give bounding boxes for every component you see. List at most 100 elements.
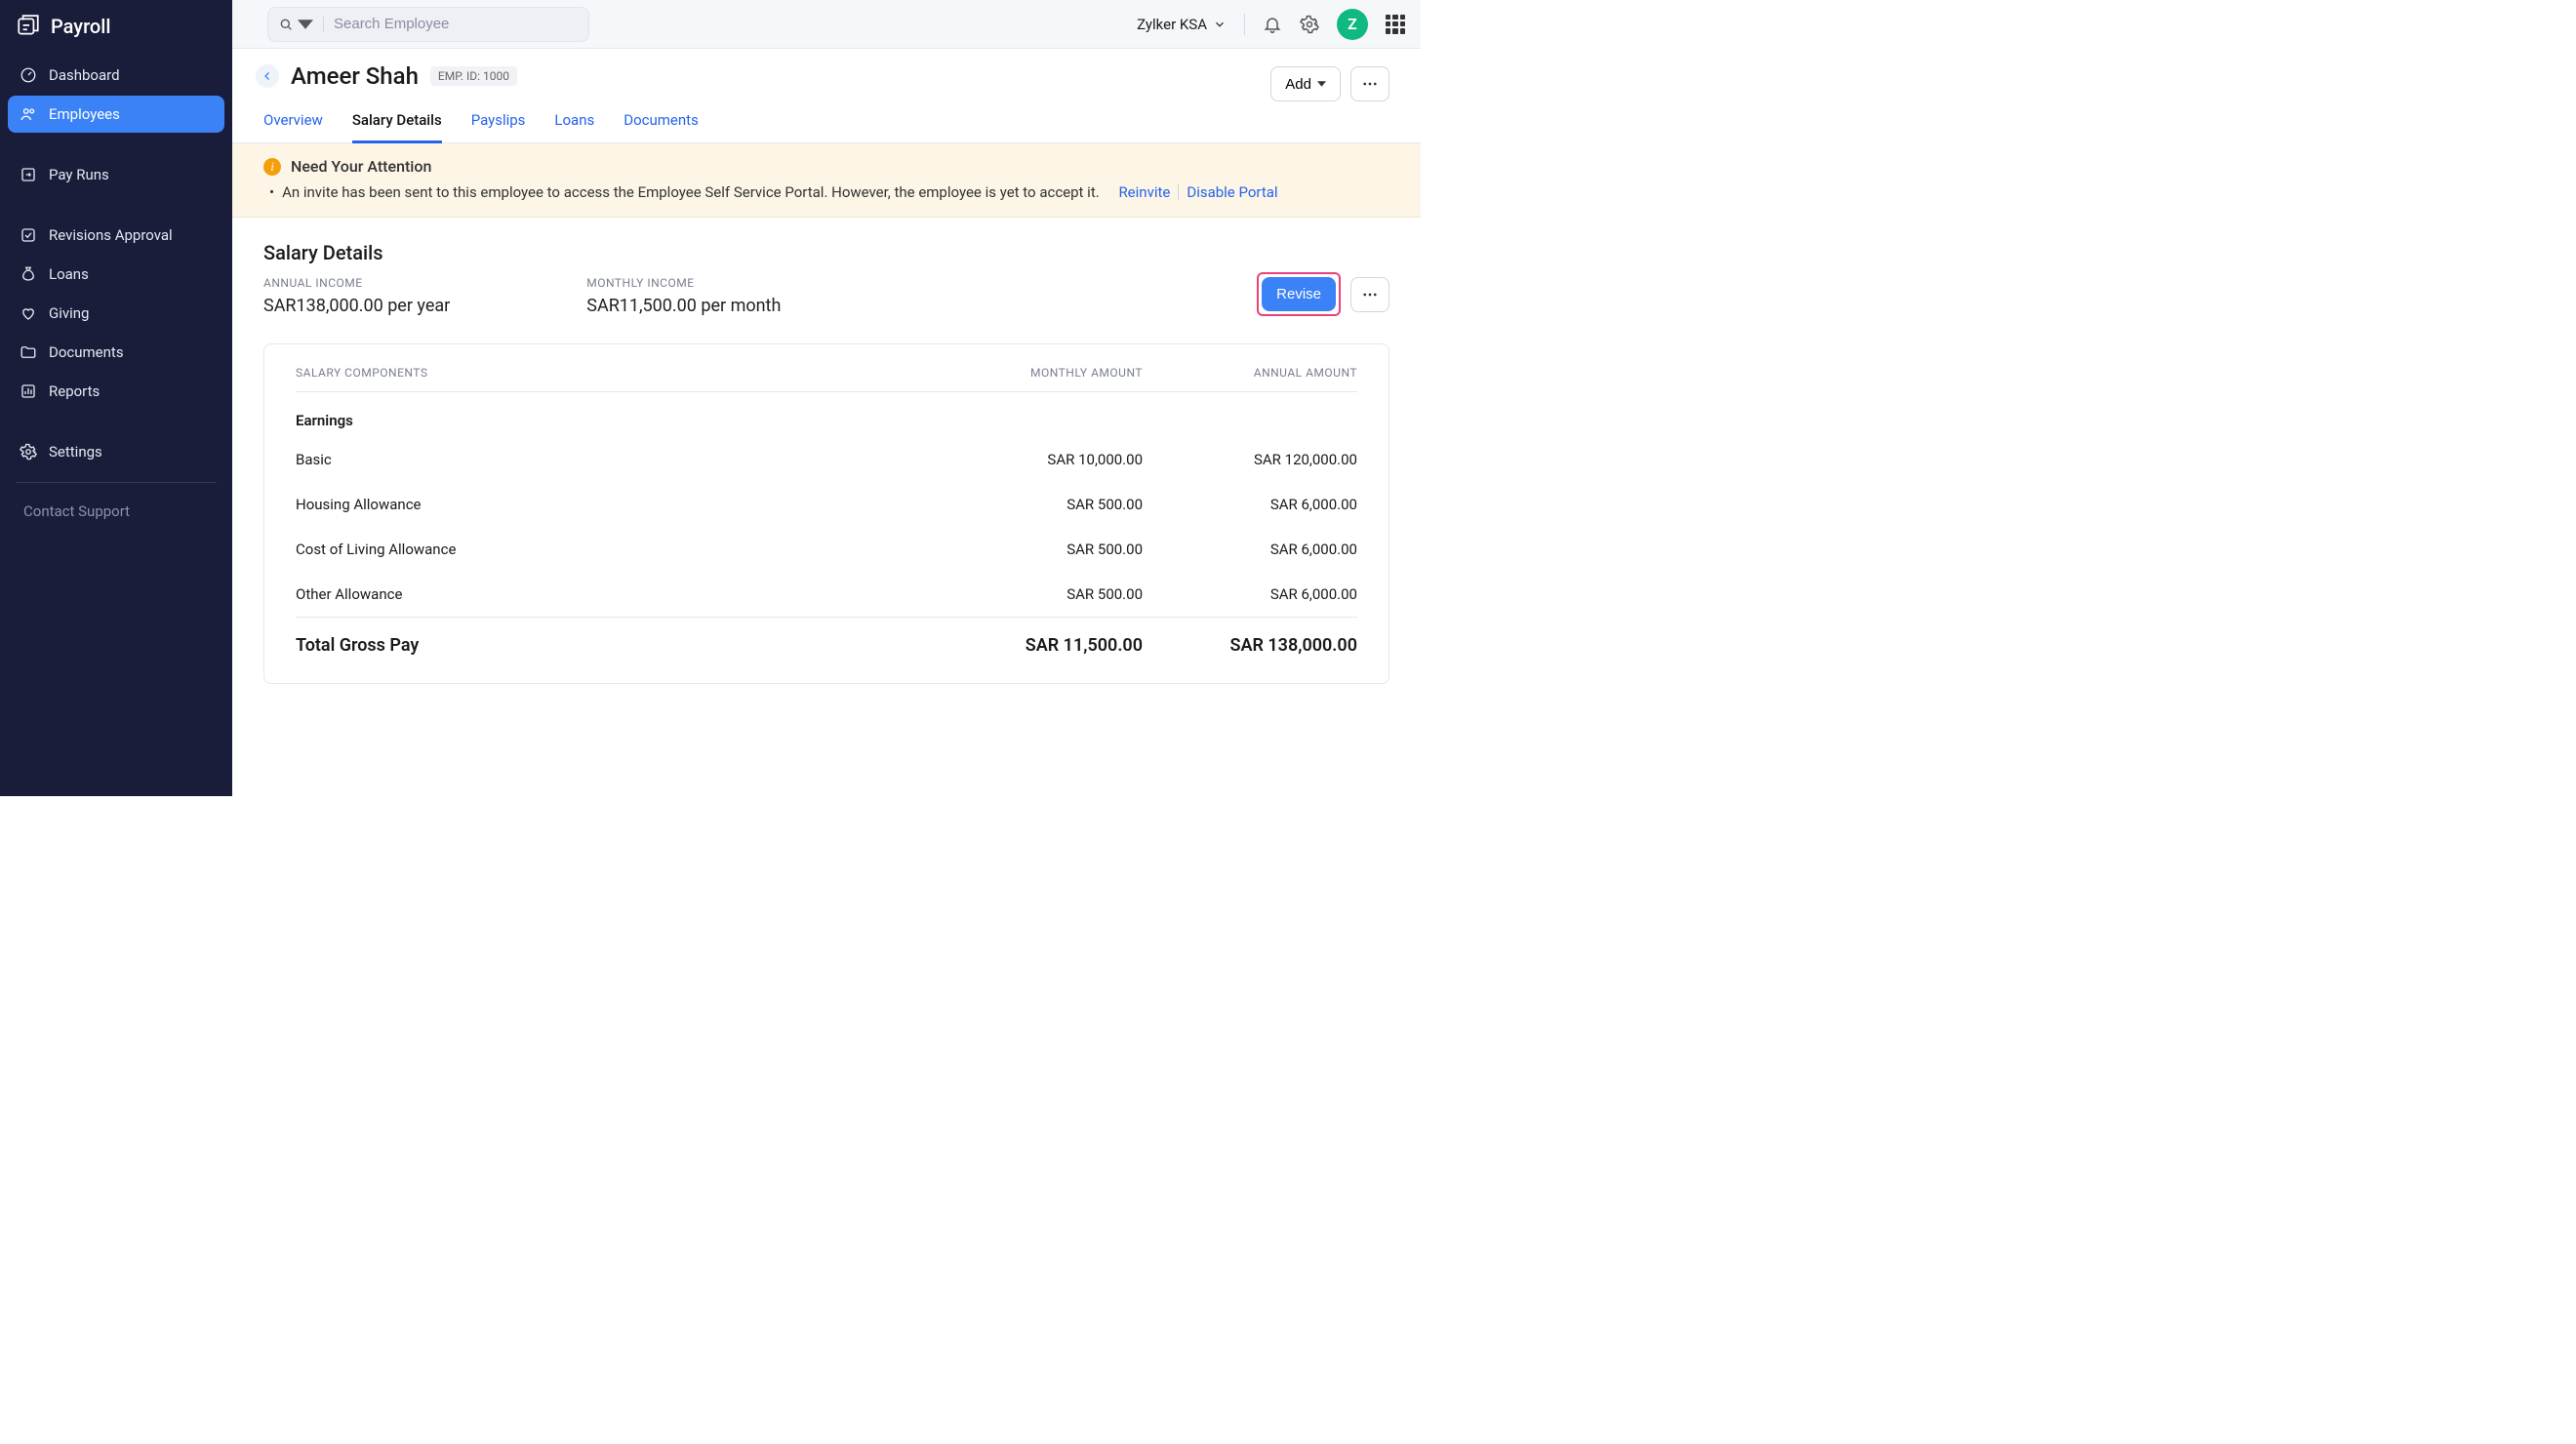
sidebar-item-label: Reports <box>49 382 100 400</box>
caret-down-icon <box>298 17 313 32</box>
sidebar-item-label: Settings <box>49 443 102 461</box>
banner-title: Need Your Attention <box>291 157 431 176</box>
folder-icon <box>20 343 37 361</box>
tab-loans[interactable]: Loans <box>554 111 594 142</box>
sidebar-item-label: Documents <box>49 343 124 361</box>
sidebar-item-label: Giving <box>49 304 89 322</box>
component-name: Housing Allowance <box>296 496 928 513</box>
banner-message: An invite has been sent to this employee… <box>282 183 1100 201</box>
nav: Dashboard Employees Pay Runs Revisions A… <box>0 57 232 472</box>
more-horizontal-icon <box>1361 286 1379 303</box>
more-button[interactable] <box>1350 66 1389 101</box>
component-annual: SAR 6,000.00 <box>1143 541 1357 558</box>
col-components: SALARY COMPONENTS <box>296 366 928 380</box>
tab-payslips[interactable]: Payslips <box>471 111 526 142</box>
tab-salary-details[interactable]: Salary Details <box>352 111 442 143</box>
sidebar-item-giving[interactable]: Giving <box>8 295 224 332</box>
salary-more-button[interactable] <box>1350 277 1389 312</box>
sidebar-item-documents[interactable]: Documents <box>8 334 224 371</box>
component-annual: SAR 120,000.00 <box>1143 451 1357 468</box>
total-label: Total Gross Pay <box>296 635 928 656</box>
money-bag-icon <box>20 265 37 283</box>
employee-name: Ameer Shah <box>291 62 419 90</box>
divider <box>1178 184 1179 200</box>
component-annual: SAR 6,000.00 <box>1143 496 1357 513</box>
disable-portal-link[interactable]: Disable Portal <box>1187 183 1277 201</box>
sidebar-item-pay-runs[interactable]: Pay Runs <box>8 156 224 193</box>
search-wrap <box>267 7 589 42</box>
more-horizontal-icon <box>1361 75 1379 93</box>
page-header: Ameer Shah EMP. ID: 1000 Add <box>232 49 1421 101</box>
info-icon: i <box>263 158 281 176</box>
component-monthly: SAR 10,000.00 <box>928 451 1143 468</box>
monthly-income-label: MONTHLY INCOME <box>586 276 781 290</box>
component-annual: SAR 6,000.00 <box>1143 585 1357 603</box>
bell-icon[interactable] <box>1263 15 1282 34</box>
brand: Payroll <box>0 0 232 57</box>
employee-id-badge: EMP. ID: 1000 <box>430 66 517 86</box>
component-name: Basic <box>296 451 928 468</box>
payroll-logo-icon <box>16 14 41 39</box>
component-monthly: SAR 500.00 <box>928 585 1143 603</box>
tab-documents[interactable]: Documents <box>624 111 699 142</box>
add-button-label: Add <box>1285 76 1311 93</box>
reinvite-link[interactable]: Reinvite <box>1118 183 1170 201</box>
avatar-initial: Z <box>1348 15 1357 33</box>
avatar[interactable]: Z <box>1337 9 1368 40</box>
attention-banner: i Need Your Attention • An invite has be… <box>232 143 1421 218</box>
content: Salary Details ANNUAL INCOME SAR138,000.… <box>232 218 1421 707</box>
sidebar-item-label: Loans <box>49 265 89 283</box>
brand-label: Payroll <box>51 15 110 38</box>
section-title: Salary Details <box>263 241 1389 264</box>
sidebar-item-label: Employees <box>49 105 120 123</box>
annual-income-label: ANNUAL INCOME <box>263 276 450 290</box>
tabs: Overview Salary Details Payslips Loans D… <box>232 101 1421 143</box>
sidebar-item-dashboard[interactable]: Dashboard <box>8 57 224 94</box>
tab-overview[interactable]: Overview <box>263 111 323 142</box>
caret-down-icon <box>1317 81 1326 87</box>
revise-highlight: Revise <box>1257 272 1341 316</box>
check-box-icon <box>20 226 37 244</box>
sidebar-item-label: Revisions Approval <box>49 226 173 244</box>
table-row: Basic SAR 10,000.00 SAR 120,000.00 <box>296 437 1357 482</box>
sidebar-item-label: Dashboard <box>49 66 120 84</box>
total-row: Total Gross Pay SAR 11,500.00 SAR 138,00… <box>296 617 1357 662</box>
table-row: Housing Allowance SAR 500.00 SAR 6,000.0… <box>296 482 1357 527</box>
search-icon <box>278 17 294 32</box>
group-label: Earnings <box>296 392 1357 437</box>
sidebar-item-settings[interactable]: Settings <box>8 433 224 470</box>
salary-table-card: SALARY COMPONENTS MONTHLY AMOUNT ANNUAL … <box>263 343 1389 684</box>
sidebar-item-reports[interactable]: Reports <box>8 373 224 410</box>
sidebar-item-loans[interactable]: Loans <box>8 256 224 293</box>
org-switcher[interactable]: Zylker KSA <box>1137 16 1227 33</box>
monthly-income-value: SAR11,500.00 per month <box>586 296 781 316</box>
gauge-icon <box>20 66 37 84</box>
annual-income-block: ANNUAL INCOME SAR138,000.00 per year <box>263 276 450 316</box>
col-annual: ANNUAL AMOUNT <box>1143 366 1357 380</box>
table-row: Other Allowance SAR 500.00 SAR 6,000.00 <box>296 572 1357 617</box>
search-scope-selector[interactable] <box>278 17 324 32</box>
users-icon <box>20 105 37 123</box>
sidebar-item-employees[interactable]: Employees <box>8 96 224 133</box>
component-monthly: SAR 500.00 <box>928 541 1143 558</box>
divider <box>16 482 217 483</box>
chevron-down-icon <box>1213 18 1227 31</box>
apps-grid-icon[interactable] <box>1386 15 1405 34</box>
chevron-left-icon <box>262 70 273 82</box>
contact-support-link[interactable]: Contact Support <box>0 493 232 530</box>
arrow-box-icon <box>20 166 37 183</box>
gear-icon[interactable] <box>1300 15 1319 34</box>
annual-income-value: SAR138,000.00 per year <box>263 296 450 316</box>
topbar: Zylker KSA Z <box>232 0 1421 49</box>
sidebar: Payroll Dashboard Employees Pay Runs Rev… <box>0 0 232 796</box>
monthly-income-block: MONTHLY INCOME SAR11,500.00 per month <box>586 276 781 316</box>
revise-button[interactable]: Revise <box>1262 277 1336 311</box>
search-input[interactable] <box>324 16 579 32</box>
sidebar-item-revisions-approval[interactable]: Revisions Approval <box>8 217 224 254</box>
back-button[interactable] <box>256 64 279 88</box>
chart-icon <box>20 382 37 400</box>
table-header: SALARY COMPONENTS MONTHLY AMOUNT ANNUAL … <box>296 366 1357 392</box>
add-button[interactable]: Add <box>1270 66 1341 101</box>
heart-icon <box>20 304 37 322</box>
component-name: Other Allowance <box>296 585 928 603</box>
